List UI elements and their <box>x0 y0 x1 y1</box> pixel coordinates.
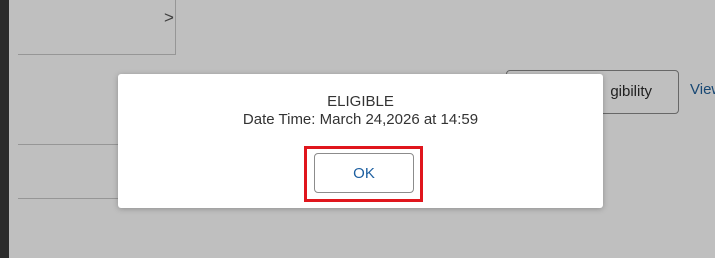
eligibility-dialog: ELIGIBLE Date Time: March 24,2026 at 14:… <box>118 74 603 208</box>
ok-button[interactable]: OK <box>314 153 414 193</box>
eligibility-datetime: Date Time: March 24,2026 at 14:59 <box>242 111 479 128</box>
eligibility-status: ELIGIBLE <box>327 93 394 110</box>
